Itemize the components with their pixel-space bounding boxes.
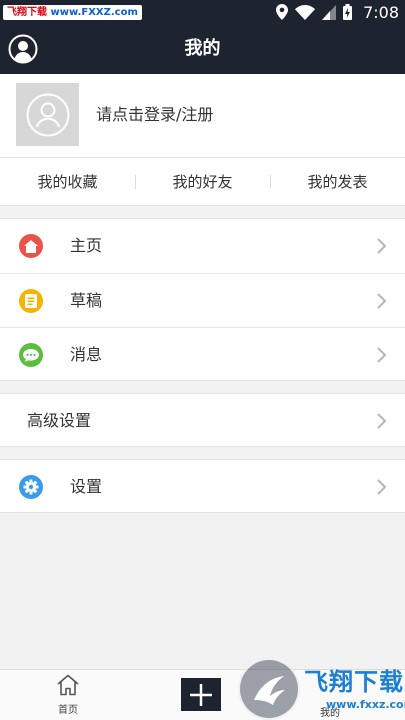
login-register-link[interactable]: 请点击登录/注册: [96, 74, 213, 156]
plus-icon: [190, 683, 212, 706]
watermark-logo-url: www.fxxz.com: [326, 698, 405, 711]
menu-item-messages[interactable]: 消息: [0, 327, 405, 381]
profile-card[interactable]: 请点击登录/注册: [0, 74, 405, 158]
avatar[interactable]: [16, 83, 79, 146]
title-bar: 我的: [0, 24, 405, 74]
status-bar: 飞翔下载 www.FXXZ.com 7:08: [0, 0, 405, 24]
chevron-right-icon: [377, 479, 387, 495]
page-title: 我的: [184, 38, 221, 59]
menu-item-advanced-settings[interactable]: 高级设置: [0, 394, 405, 448]
home-outline-icon: [57, 674, 79, 696]
watermark-logo-circle: [238, 658, 300, 720]
watermark-top: 飞翔下载 www.FXXZ.com: [3, 5, 142, 20]
shortcut-posts[interactable]: 我的发表: [270, 158, 405, 205]
menu-item-label: 高级设置: [27, 411, 92, 430]
menu-item-label: 草稿: [70, 291, 103, 310]
chevron-right-icon: [377, 238, 387, 254]
menu-item-label: 设置: [70, 477, 103, 496]
watermark-logo-cn: 飞翔下载: [304, 668, 404, 696]
home-icon: [19, 234, 43, 258]
signal-icon: [322, 4, 337, 20]
status-icons: 7:08: [276, 0, 399, 24]
chevron-right-icon: [377, 293, 387, 309]
battery-charging-icon: [343, 4, 353, 20]
tab-home[interactable]: 首页: [43, 674, 93, 716]
location-icon: [276, 4, 289, 20]
shortcut-bar: 我的收藏 我的好友 我的发表: [0, 158, 405, 206]
wifi-icon: [295, 4, 316, 20]
menu-item-home[interactable]: 主页: [0, 219, 405, 273]
menu-item-drafts[interactable]: 草稿: [0, 273, 405, 327]
chevron-right-icon: [377, 347, 387, 363]
watermark-url: www.FXXZ.com: [50, 7, 138, 18]
message-icon: [19, 343, 43, 367]
menu-group-settings: 设置: [0, 459, 405, 513]
watermark-cn: 飞翔下载: [7, 7, 47, 18]
tab-home-label: 首页: [58, 705, 78, 716]
menu-item-label: 主页: [70, 236, 103, 255]
menu-item-label: 消息: [70, 345, 103, 364]
status-time: 7:08: [363, 2, 399, 22]
settings-gear-icon: [19, 475, 43, 499]
shortcut-friends[interactable]: 我的好友: [135, 158, 270, 205]
draft-icon: [19, 289, 43, 313]
menu-group-advanced: 高级设置: [0, 393, 405, 447]
chevron-right-icon: [377, 413, 387, 429]
watermark-logo: 飞翔下载 www.fxxz.com: [238, 658, 405, 720]
menu-group-main: 主页 草稿 消息: [0, 218, 405, 381]
shortcut-favorites[interactable]: 我的收藏: [0, 158, 135, 205]
user-placeholder-icon: [26, 93, 69, 136]
add-post-button[interactable]: [181, 678, 221, 711]
menu-item-settings[interactable]: 设置: [0, 460, 405, 514]
wing-logo-icon: [254, 676, 285, 705]
